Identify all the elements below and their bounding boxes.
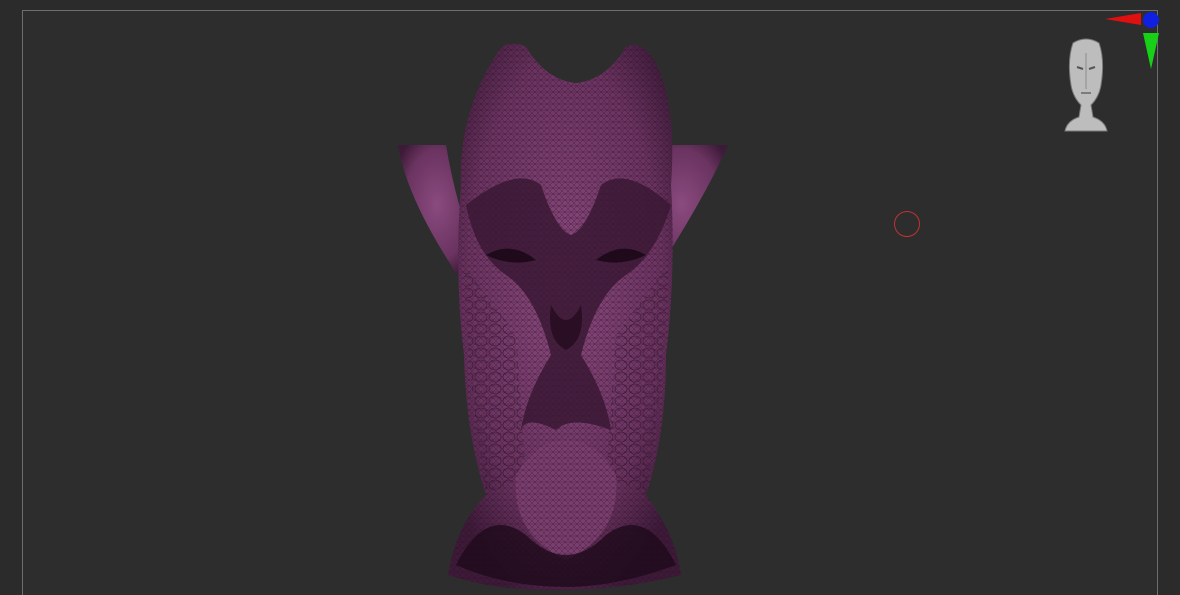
- sculpted-head-model[interactable]: [376, 35, 736, 595]
- z-axis-ball-icon: [1143, 12, 1159, 28]
- axis-gizmo[interactable]: [1103, 11, 1163, 81]
- brush-cursor-icon: [894, 211, 920, 237]
- x-axis-arrow-icon: [1105, 13, 1141, 25]
- y-axis-arrow-icon: [1143, 33, 1159, 69]
- canvas-viewport[interactable]: [22, 10, 1159, 595]
